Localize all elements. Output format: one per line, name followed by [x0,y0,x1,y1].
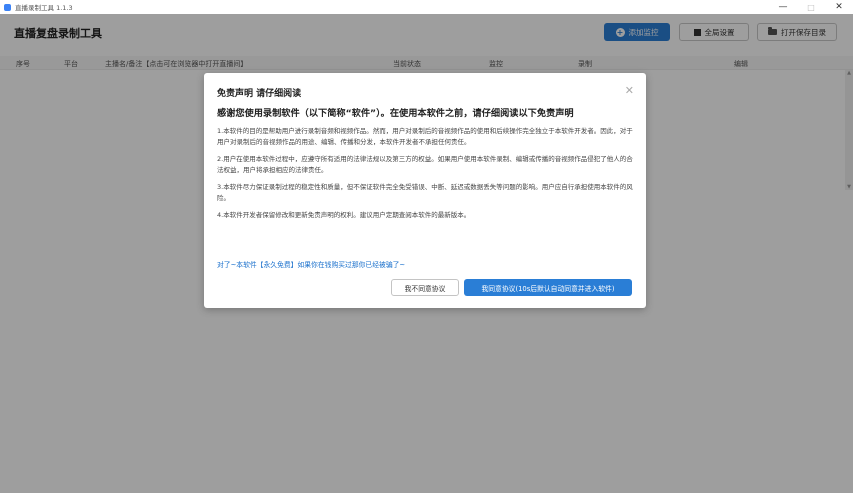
free-software-note: 对了~本软件【永久免费】如果你在钱购买过那你已经被骗了~ [217,261,406,269]
agree-button[interactable]: 我同意协议(10s后默认自动同意并进入软件) [464,279,632,296]
close-icon[interactable]: ✕ [625,84,634,97]
window-titlebar: 直播录制工具 1.1.3 — □ ✕ [0,0,853,14]
window-title: 直播录制工具 1.1.3 [15,4,73,12]
disclaimer-dialog: 免责声明 请仔细阅读 ✕ 感谢您使用录制软件（以下简称“软件”）。在使用本软件之… [204,73,646,308]
disclaimer-paragraph: 3.本软件尽力保证录制过程的稳定性和质量，但不保证软件完全免受错误、中断、延迟或… [217,183,633,202]
dialog-body: 1.本软件的目的是帮助用户进行录制音频和视频作品。然而，用户对录制后的音视频作品… [217,126,633,227]
maximize-button[interactable]: □ [797,0,825,14]
dialog-subtitle: 感谢您使用录制软件（以下简称“软件”）。在使用本软件之前，请仔细阅读以下免责声明 [217,108,574,119]
window-controls: — □ ✕ [769,0,853,14]
app-icon [4,3,11,11]
disclaimer-paragraph: 2.用户在使用本软件过程中，应遵守所有适用的法律法规以及第三方的权益。如果用户使… [217,155,633,174]
disagree-button[interactable]: 我不同意协议 [391,279,459,296]
disclaimer-paragraph: 1.本软件的目的是帮助用户进行录制音频和视频作品。然而，用户对录制后的音视频作品… [217,127,633,146]
disclaimer-paragraph: 4.本软件开发者保留修改和更新免责声明的权利。建议用户定期查阅本软件的最新版本。 [217,211,471,219]
dialog-title: 免责声明 请仔细阅读 [217,89,302,99]
minimize-button[interactable]: — [769,0,797,14]
close-window-button[interactable]: ✕ [825,0,853,14]
